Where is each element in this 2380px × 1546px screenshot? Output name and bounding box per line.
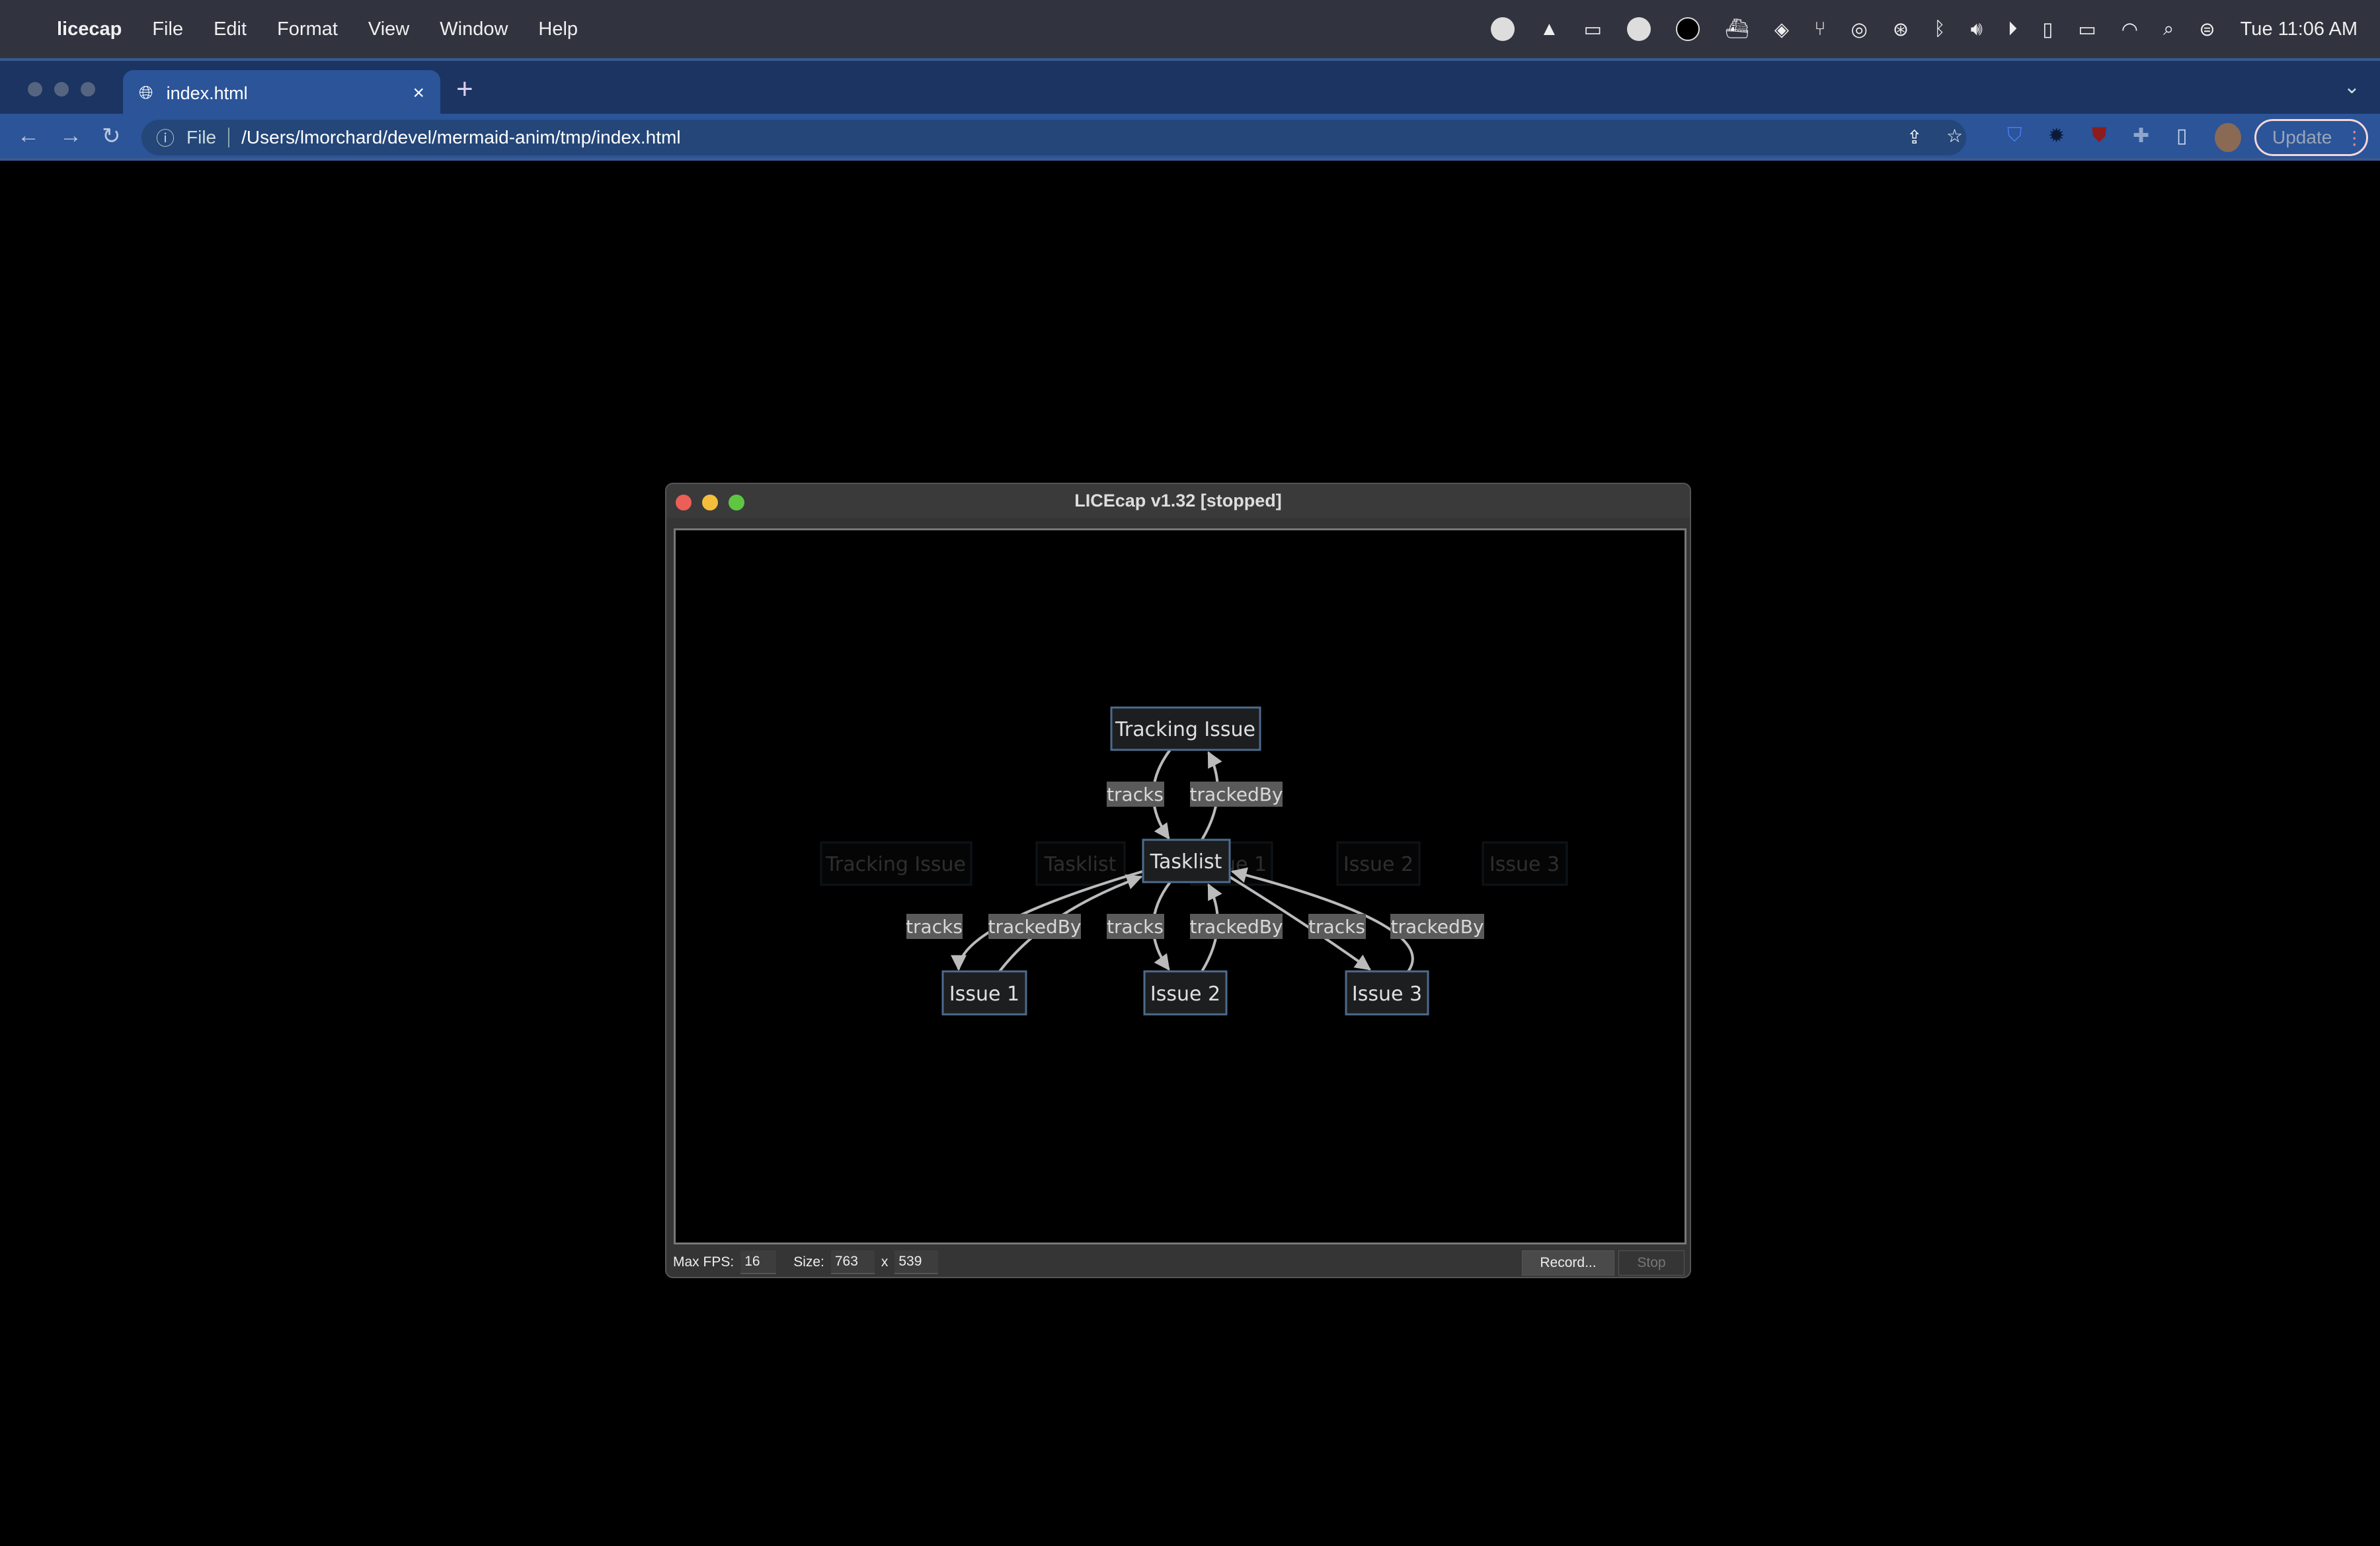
edge-label: tracks xyxy=(1107,784,1164,805)
ghost-label: Tracking Issue xyxy=(825,853,966,876)
edge-label: trackedBy xyxy=(1390,916,1484,938)
ghost-label: Issue 3 xyxy=(1489,853,1560,876)
node-label: Issue 3 xyxy=(1352,983,1422,1006)
edge-label: trackedBy xyxy=(988,916,1081,938)
node-label: Issue 1 xyxy=(949,983,1019,1006)
edge-label: trackedBy xyxy=(1189,916,1283,938)
edge-label: tracks xyxy=(1107,916,1164,938)
node-label: Tasklist xyxy=(1150,850,1222,874)
ghost-label: Tasklist xyxy=(1044,853,1117,876)
edge-label: tracks xyxy=(1308,916,1365,938)
edge-label: trackedBy xyxy=(1189,784,1283,805)
mermaid-diagram: Tracking Issue Tasklist Issue 1 Issue 2 … xyxy=(820,706,1568,1016)
node-label: Tracking Issue xyxy=(1115,718,1255,741)
node-label: Issue 2 xyxy=(1150,983,1220,1006)
edge-label: tracks xyxy=(906,916,963,938)
ghost-label: Issue 2 xyxy=(1343,853,1413,876)
